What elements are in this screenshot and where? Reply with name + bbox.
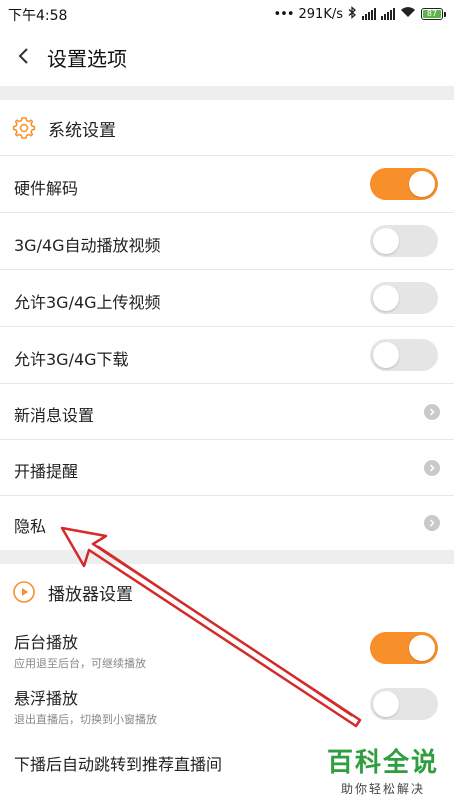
row-label: 隐私 [14, 517, 47, 536]
title-bar: 设置选项 [0, 28, 454, 86]
signal-icon [362, 8, 376, 20]
gear-icon [12, 116, 36, 140]
row-label: 允许3G/4G上传视频 [14, 293, 161, 312]
row-label: 硬件解码 [14, 179, 79, 198]
watermark-subtitle: 助你轻松解决 [340, 782, 425, 796]
floating-play-toggle[interactable] [370, 688, 438, 720]
bluetooth-icon [348, 5, 357, 23]
upload-3g4g-toggle[interactable] [370, 282, 438, 314]
battery-level: 87 [423, 10, 441, 18]
background-play-toggle[interactable] [370, 632, 438, 664]
row-sublabel: 退出直播后，切换到小窗播放 [14, 713, 157, 726]
battery-icon: 87 [421, 8, 446, 20]
watermark-logo: 百科全说 助你轻松解决 [320, 746, 446, 804]
chevron-left-icon [18, 48, 28, 64]
row-upload-3g4g[interactable]: 允许3G/4G上传视频 [0, 270, 454, 327]
download-3g4g-toggle[interactable] [370, 339, 438, 371]
row-label: 悬浮播放 [14, 689, 79, 708]
section-divider [0, 86, 454, 100]
autoplay-3g4g-toggle[interactable] [370, 225, 438, 257]
row-label: 允许3G/4G下载 [14, 350, 129, 369]
row-new-message-settings[interactable]: 新消息设置 [0, 384, 454, 440]
back-button[interactable] [10, 42, 38, 70]
play-circle-icon [12, 580, 36, 604]
hardware-decode-toggle[interactable] [370, 168, 438, 200]
chevron-right-icon [424, 460, 440, 476]
section-header-system: 系统设置 [0, 100, 454, 156]
row-background-play[interactable]: 后台播放 应用退至后台，可继续播放 [0, 620, 454, 678]
row-label: 下播后自动跳转到推荐直播间 [14, 755, 223, 774]
dots-icon: ••• [273, 6, 294, 22]
row-download-3g4g[interactable]: 允许3G/4G下载 [0, 327, 454, 384]
row-floating-play[interactable]: 悬浮播放 退出直播后，切换到小窗播放 [0, 678, 454, 736]
chevron-right-icon [424, 515, 440, 531]
watermark-title: 百科全说 [326, 748, 439, 778]
net-speed: 291K/s [298, 6, 344, 22]
row-label: 新消息设置 [14, 406, 95, 425]
status-icons: ••• 291K/s 87 [273, 4, 446, 24]
wifi-icon [400, 6, 416, 22]
section-header-player: 播放器设置 [0, 564, 454, 620]
section-title-system: 系统设置 [48, 121, 116, 141]
chevron-right-icon [424, 404, 440, 420]
section-divider [0, 550, 454, 564]
row-live-reminder[interactable]: 开播提醒 [0, 440, 454, 496]
section-title-player: 播放器设置 [48, 585, 133, 605]
row-label: 3G/4G自动播放视频 [14, 236, 161, 255]
row-hardware-decode[interactable]: 硬件解码 [0, 156, 454, 213]
row-sublabel: 应用退至后台，可继续播放 [14, 657, 146, 670]
row-label: 开播提醒 [14, 462, 79, 481]
signal-icon-2 [381, 8, 395, 20]
row-privacy[interactable]: 隐私 [0, 496, 454, 550]
status-bar: 下午4:58 ••• 291K/s 87 [0, 0, 454, 28]
row-label: 后台播放 [14, 633, 79, 652]
page-title: 设置选项 [47, 47, 127, 71]
row-autoplay-3g4g[interactable]: 3G/4G自动播放视频 [0, 213, 454, 270]
status-time: 下午4:58 [8, 8, 68, 24]
